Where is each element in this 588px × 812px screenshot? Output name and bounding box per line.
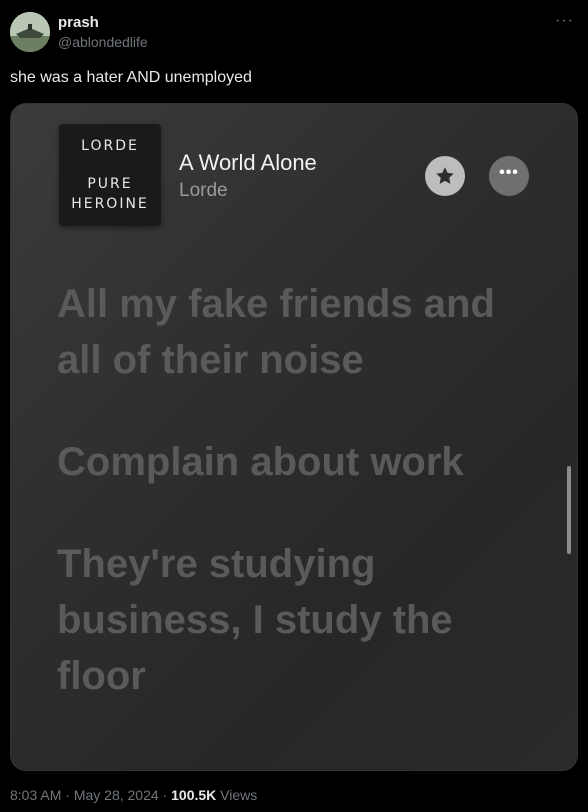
avatar[interactable] (10, 12, 50, 52)
song-title: A World Alone (179, 150, 317, 175)
album-cover: LORDE PURE HEROINE (59, 124, 161, 226)
scrollbar[interactable] (567, 466, 571, 554)
album-title-line1: PURE (87, 176, 133, 192)
album-title-line2: HEROINE (71, 196, 149, 212)
song-artist: Lorde (179, 180, 228, 201)
meta-separator: · (158, 787, 172, 803)
more-button[interactable]: ••• (489, 156, 529, 196)
media-screenshot[interactable]: LORDE PURE HEROINE A World Alone Lorde •… (10, 103, 578, 771)
more-options-icon[interactable]: ··· (555, 12, 574, 30)
views-count: 100.5K (171, 787, 217, 803)
views-label: Views (216, 787, 258, 803)
tweet-meta: 8:03 AM · May 28, 2024 · 100.5K Views (10, 787, 257, 803)
user-handle[interactable]: @ablondedlife (58, 34, 148, 50)
lyric-line: They're studying business, I study the f… (57, 542, 453, 698)
tweet-date[interactable]: May 28, 2024 (74, 787, 159, 803)
lyric-line: Complain about work (57, 440, 464, 484)
display-name[interactable]: prash (58, 14, 99, 31)
lyric-line: All my fake friends and all of their noi… (57, 282, 495, 382)
album-artist-text: LORDE (81, 138, 139, 154)
ellipsis-icon: ••• (499, 164, 519, 181)
avatar-image (10, 12, 50, 52)
tweet-time[interactable]: 8:03 AM (10, 787, 61, 803)
lyrics-list: All my fake friends and all of their noi… (57, 276, 527, 750)
star-icon (436, 167, 454, 184)
favorite-button[interactable] (425, 156, 465, 196)
meta-separator: · (61, 787, 74, 803)
tweet-text: she was a hater AND unemployed (10, 69, 252, 86)
